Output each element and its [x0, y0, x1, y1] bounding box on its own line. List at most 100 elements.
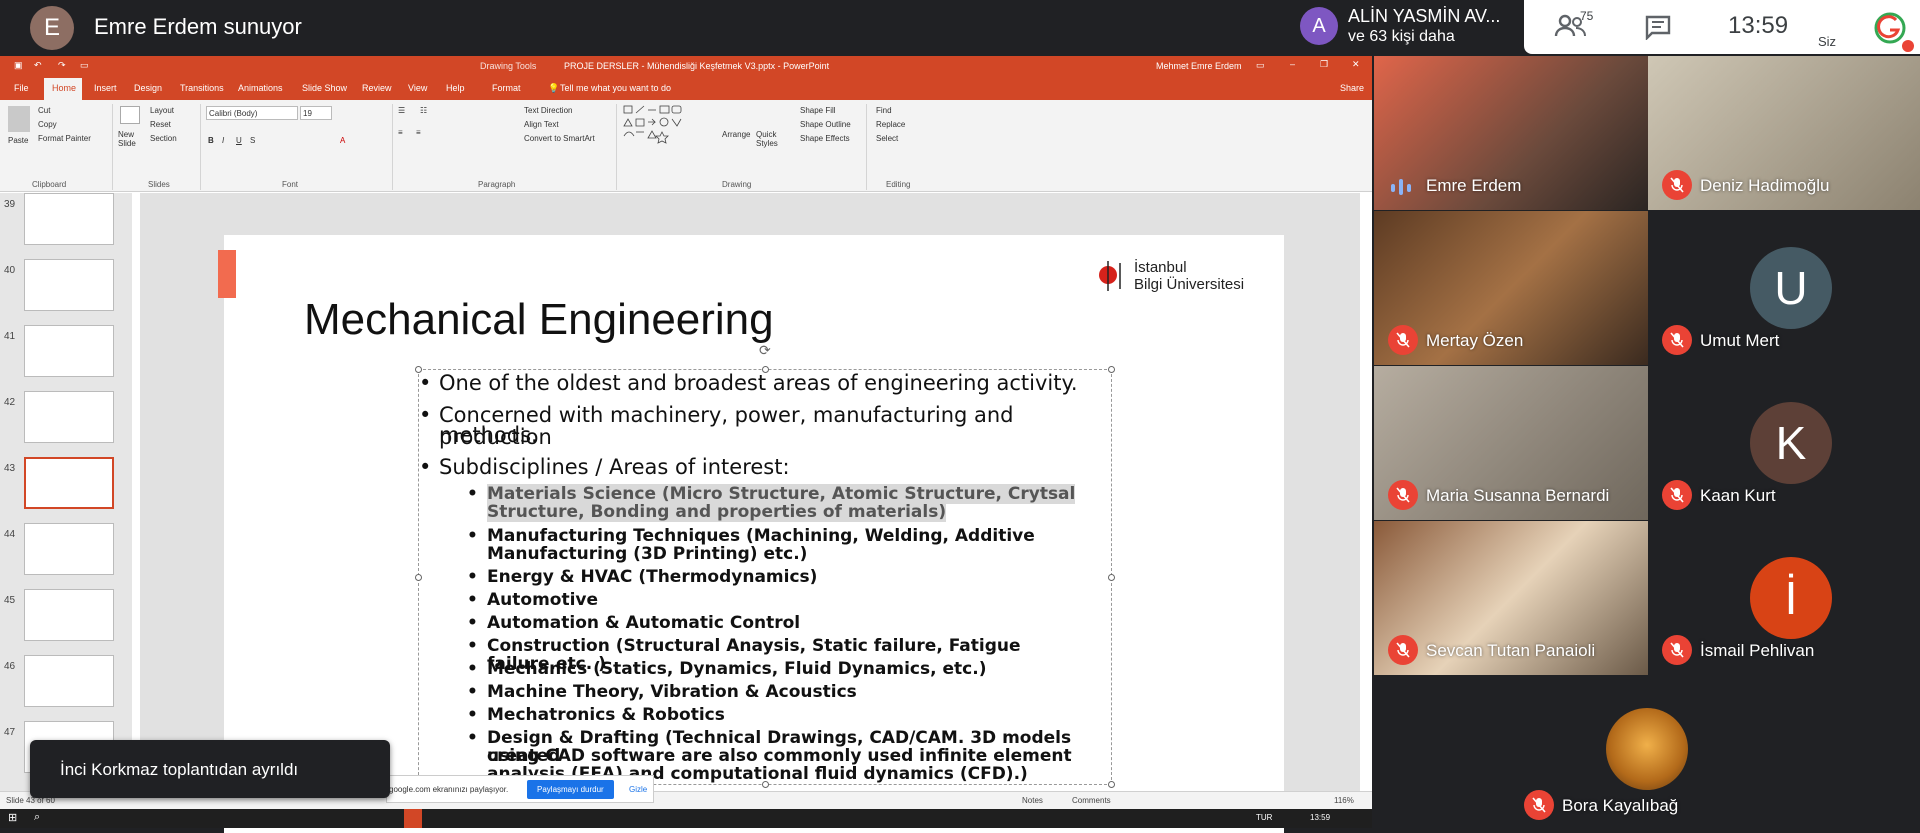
user-name: Mehmet Emre Erdem [1156, 61, 1242, 71]
resize-handle[interactable] [1108, 574, 1115, 581]
slide-thumbnail[interactable] [24, 655, 114, 707]
participant-tile[interactable]: Mertay Özen [1374, 211, 1648, 365]
font-name-select[interactable]: Calibri (Body) [206, 106, 298, 120]
participant-tile[interactable]: Sevcan Tutan Panaioli [1374, 521, 1648, 675]
slide-thumbnail[interactable] [24, 391, 114, 443]
content-textbox[interactable]: ⟳ • One of the oldest and broadest areas … [415, 342, 1115, 788]
tab-animations[interactable]: Animations [238, 83, 283, 93]
shadow-button[interactable]: S [250, 136, 255, 145]
find-button[interactable]: Find [876, 106, 892, 115]
participant-tile[interactable]: Bora Kayalıbağ [1510, 676, 1784, 830]
align-left-icon[interactable]: ≡ [398, 128, 403, 137]
slide-thumbnail[interactable] [24, 259, 114, 311]
thumb-number: 45 [4, 595, 16, 606]
windows-start-icon[interactable]: ⊞ [8, 811, 17, 824]
copy-button[interactable]: Copy [38, 120, 57, 129]
tab-review[interactable]: Review [362, 83, 392, 93]
tab-file[interactable]: File [14, 83, 29, 93]
shape-effects-button[interactable]: Shape Effects [800, 134, 850, 143]
redo-icon[interactable]: ↷ [58, 60, 66, 71]
left-meeting-toast: İnci Korkmaz toplantıdan ayrıldı [30, 740, 390, 798]
bold-button[interactable]: B [208, 136, 214, 145]
tab-help[interactable]: Help [446, 83, 465, 93]
underline-button[interactable]: U [236, 136, 242, 145]
maximize-icon[interactable]: ❐ [1320, 59, 1328, 70]
participant-tile[interactable]: İ İsmail Pehlivan [1648, 521, 1920, 675]
new-slide-icon[interactable] [120, 106, 140, 124]
slide-thumbnail[interactable] [24, 589, 114, 641]
participant-tile[interactable]: U Umut Mert [1648, 211, 1920, 365]
cut-button[interactable]: Cut [38, 106, 50, 115]
hide-button[interactable]: Gizle [629, 785, 647, 794]
section-button[interactable]: Section [150, 134, 177, 143]
undo-icon[interactable]: ↶ [34, 60, 42, 71]
slide-thumbnail-selected[interactable] [24, 457, 114, 509]
new-slide-button[interactable]: New Slide [118, 130, 144, 148]
tab-slide-show[interactable]: Slide Show [302, 83, 347, 93]
slide-thumbnail[interactable] [24, 193, 114, 245]
slide-thumbnail[interactable] [24, 523, 114, 575]
tab-format[interactable]: Format [492, 83, 521, 93]
quick-styles-button[interactable]: Quick Styles [756, 130, 784, 148]
align-center-icon[interactable]: ≡ [416, 128, 421, 137]
resize-handle[interactable] [1108, 366, 1115, 373]
select-button[interactable]: Select [876, 134, 898, 143]
sub-bullet-item: • Energy & HVAC (Thermodynamics) [467, 567, 818, 587]
tell-me-box[interactable]: Tell me what you want to do [560, 83, 671, 93]
present-icon[interactable]: ▭ [80, 60, 89, 71]
layout-button[interactable]: Layout [150, 106, 174, 115]
format-painter-button[interactable]: Format Painter [38, 134, 91, 143]
share-button[interactable]: Share [1340, 83, 1364, 93]
comments-button[interactable]: Comments [1072, 796, 1111, 805]
numbering-icon[interactable]: ☷ [420, 106, 427, 115]
font-size-select[interactable]: 19 [300, 106, 332, 120]
participant-tile[interactable]: K Kaan Kurt [1648, 366, 1920, 520]
mic-off-icon [1662, 480, 1692, 510]
attendee-summary[interactable]: A ALİN YASMİN AV... ve 63 kişi daha [1290, 0, 1522, 54]
convert-smartart-button[interactable]: Convert to SmartArt [524, 134, 595, 143]
tab-transitions[interactable]: Transitions [180, 83, 224, 93]
search-icon[interactable]: ⌕ [34, 811, 40, 824]
chat-icon[interactable] [1644, 14, 1672, 45]
participant-tile[interactable]: Maria Susanna Bernardi [1374, 366, 1648, 520]
slide-accent-bar [218, 250, 236, 298]
attendee-name: ALİN YASMİN AV... [1348, 6, 1501, 26]
paste-button[interactable]: Paste [8, 136, 28, 145]
resize-handle[interactable] [1108, 781, 1115, 788]
slide-title[interactable]: Mechanical Engineering [304, 295, 774, 345]
thumb-number: 47 [4, 727, 16, 738]
participant-tile[interactable]: Deniz Hadimoğlu [1648, 56, 1920, 210]
close-icon[interactable]: ✕ [1352, 59, 1360, 70]
slide-thumbnail[interactable] [24, 325, 114, 377]
logo-line1: İstanbul [1134, 259, 1187, 276]
rotate-handle-icon[interactable]: ⟳ [759, 342, 771, 359]
bilgi-logo-icon [1094, 257, 1124, 298]
zoom-level[interactable]: 116% [1334, 796, 1354, 805]
text-direction-button[interactable]: Text Direction [524, 106, 572, 115]
paste-icon[interactable] [8, 106, 30, 132]
align-text-button[interactable]: Align Text [524, 120, 559, 129]
self-view[interactable] [1834, 6, 1914, 54]
bullets-icon[interactable]: ☰ [398, 106, 405, 115]
replace-button[interactable]: Replace [876, 120, 905, 129]
save-icon[interactable]: ▣ [14, 60, 23, 71]
arrange-button[interactable]: Arrange [722, 130, 750, 139]
tab-view[interactable]: View [408, 83, 427, 93]
reset-button[interactable]: Reset [150, 120, 171, 129]
font-color-icon[interactable]: A [340, 136, 345, 145]
resize-handle[interactable] [415, 574, 422, 581]
ribbon-display-icon[interactable]: ▭ [1256, 60, 1265, 71]
minimize-icon[interactable]: – [1290, 59, 1295, 69]
stop-sharing-button[interactable]: Paylaşmayı durdur [527, 780, 614, 799]
shape-fill-button[interactable]: Shape Fill [800, 106, 836, 115]
powerpoint-taskbar-icon[interactable] [404, 809, 422, 828]
participant-tile[interactable]: Emre Erdem [1374, 56, 1648, 210]
shape-outline-button[interactable]: Shape Outline [800, 120, 851, 129]
tab-design[interactable]: Design [134, 83, 162, 93]
notes-button[interactable]: Notes [1022, 796, 1043, 805]
clock: 13:59 [1728, 12, 1789, 39]
shapes-gallery[interactable] [622, 104, 712, 144]
tab-insert[interactable]: Insert [94, 83, 117, 93]
italic-button[interactable]: I [222, 136, 224, 145]
tab-home[interactable]: Home [52, 83, 76, 93]
